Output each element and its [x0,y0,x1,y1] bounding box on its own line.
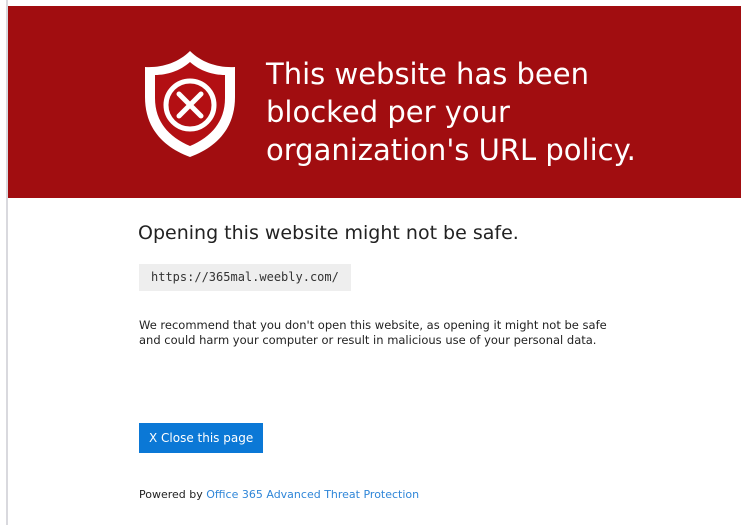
recommendation-text: We recommend that you don't open this we… [139,318,607,347]
block-message: This website has been blocked per your o… [266,55,726,169]
shield-x-icon [145,51,235,157]
warning-banner: This website has been blocked per your o… [8,6,741,198]
powered-by-label: Powered by [139,488,203,501]
block-message-line-3: organization's URL policy. [266,133,636,167]
blocked-page: This website has been blocked per your o… [0,0,749,525]
powered-by-footer: Powered by Office 365 Advanced Threat Pr… [139,488,419,501]
block-message-line-1: This website has been [266,57,589,91]
atp-link[interactable]: Office 365 Advanced Threat Protection [206,488,419,501]
blocked-url: https://365mal.weebly.com/ [139,264,351,291]
warning-details: Opening this website might not be safe. … [8,198,741,525]
safety-subtitle: Opening this website might not be safe. [138,222,519,244]
block-message-line-2: blocked per your [266,95,510,129]
close-page-button[interactable]: X Close this page [139,423,264,453]
